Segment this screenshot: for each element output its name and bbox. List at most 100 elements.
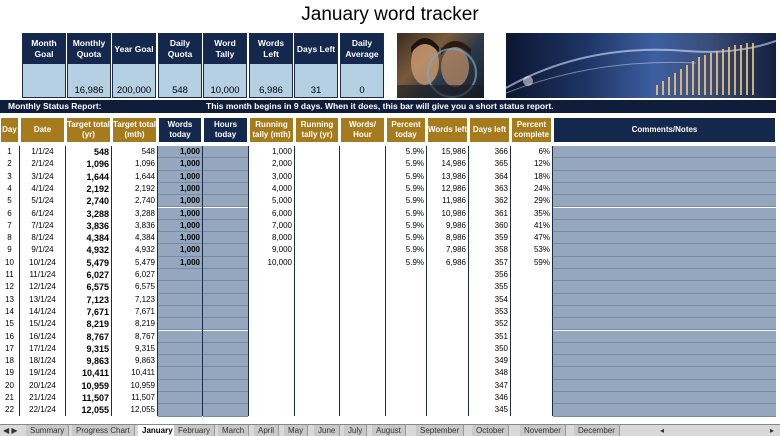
scroll-right-icon[interactable]: ▸ <box>770 425 774 436</box>
cell-day[interactable]: 2 <box>0 158 19 170</box>
cell-words[interactable]: 1,000 <box>158 232 202 245</box>
summary-value[interactable]: 6,986 <box>250 64 292 97</box>
sheet-tab[interactable]: March <box>218 425 250 436</box>
cell-date[interactable]: 10/1/24 <box>20 257 65 269</box>
cell-days[interactable]: 358 <box>469 244 510 256</box>
cell-date[interactable]: 2/1/24 <box>20 158 65 170</box>
cell-comp[interactable] <box>511 269 552 281</box>
cell-words[interactable]: 1,000 <box>158 256 202 269</box>
cell-wph[interactable] <box>340 380 385 392</box>
cell-tmth[interactable]: 12,055 <box>112 404 157 416</box>
cell-day[interactable]: 13 <box>0 294 19 306</box>
header-words-today[interactable]: Words today <box>158 117 202 143</box>
cell-date[interactable]: 16/1/24 <box>20 331 65 343</box>
sheet-tab[interactable]: September <box>416 425 465 436</box>
cell-wph[interactable] <box>340 306 385 318</box>
cell-tmth[interactable]: 1,096 <box>112 158 157 170</box>
cell-hours[interactable] <box>203 256 248 269</box>
cell-notes[interactable] <box>553 244 776 257</box>
cell-date[interactable]: 13/1/24 <box>20 294 65 306</box>
sheet-tab[interactable]: May <box>284 425 309 436</box>
cell-tmth[interactable]: 548 <box>112 146 157 158</box>
cell-date[interactable]: 14/1/24 <box>20 306 65 318</box>
banner-image[interactable] <box>506 33 776 98</box>
cell-hours[interactable] <box>203 342 248 356</box>
cell-days[interactable]: 346 <box>469 392 510 404</box>
cell-wph[interactable] <box>340 392 385 404</box>
cell-run[interactable]: 5,000 <box>249 195 294 207</box>
cell-words[interactable]: 1,000 <box>158 146 202 159</box>
header-running-yr[interactable]: Running tally (yr) <box>295 117 339 143</box>
cell-ryr[interactable] <box>295 257 339 269</box>
cell-ryr[interactable] <box>295 294 339 306</box>
sheet-tab[interactable]: July <box>344 425 368 436</box>
cell-date[interactable]: 7/1/24 <box>20 220 65 232</box>
cell-wph[interactable] <box>340 146 385 158</box>
cell-ryr[interactable] <box>295 306 339 318</box>
cell-run[interactable] <box>249 392 294 404</box>
cell-comp[interactable] <box>511 281 552 293</box>
cell-tyr[interactable]: 2,192 <box>66 183 111 195</box>
cell-ryr[interactable] <box>295 404 339 416</box>
cell-comp[interactable]: 41% <box>511 220 552 232</box>
cell-day[interactable]: 4 <box>0 183 19 195</box>
cell-day[interactable]: 22 <box>0 404 19 416</box>
cell-left[interactable] <box>427 306 468 318</box>
cell-day[interactable]: 12 <box>0 281 19 293</box>
cell-left[interactable] <box>427 343 468 355</box>
summary-days-left[interactable]: Days Left 31 <box>294 33 338 98</box>
cell-wph[interactable] <box>340 232 385 244</box>
cell-date[interactable]: 5/1/24 <box>20 195 65 207</box>
cell-words[interactable] <box>158 392 202 405</box>
cell-tmth[interactable]: 8,219 <box>112 318 157 330</box>
cell-notes[interactable] <box>553 146 776 159</box>
cell-comp[interactable]: 24% <box>511 183 552 195</box>
cell-hours[interactable] <box>203 195 248 208</box>
cell-date[interactable]: 11/1/24 <box>20 269 65 281</box>
sheet-tab[interactable]: August <box>372 425 406 436</box>
cell-words[interactable] <box>158 342 202 356</box>
cell-days[interactable]: 350 <box>469 343 510 355</box>
cell-hours[interactable] <box>203 367 248 380</box>
cell-pct[interactable] <box>386 367 426 379</box>
cell-words[interactable]: 1,000 <box>158 182 202 196</box>
cell-date[interactable]: 21/1/24 <box>20 392 65 404</box>
cell-wph[interactable] <box>340 367 385 379</box>
summary-value[interactable]: 0 <box>341 64 383 97</box>
cell-tmth[interactable]: 9,315 <box>112 343 157 355</box>
cell-comp[interactable]: 29% <box>511 195 552 207</box>
cell-ryr[interactable] <box>295 343 339 355</box>
cell-hours[interactable] <box>203 392 248 405</box>
cell-days[interactable]: 366 <box>469 146 510 158</box>
cell-tyr[interactable]: 7,671 <box>66 306 111 318</box>
cell-ryr[interactable] <box>295 171 339 183</box>
cell-wph[interactable] <box>340 171 385 183</box>
cell-comp[interactable] <box>511 306 552 318</box>
cell-hours[interactable] <box>203 330 248 343</box>
summary-value[interactable]: 200,000 <box>113 64 155 97</box>
cell-ryr[interactable] <box>295 331 339 343</box>
cell-left[interactable]: 8,986 <box>427 232 468 244</box>
cell-date[interactable]: 15/1/24 <box>20 318 65 330</box>
cell-left[interactable]: 10,986 <box>427 208 468 220</box>
cell-ryr[interactable] <box>295 183 339 195</box>
cell-days[interactable]: 357 <box>469 257 510 269</box>
cell-comp[interactable]: 12% <box>511 158 552 170</box>
cell-tyr[interactable]: 3,288 <box>66 208 111 220</box>
cell-words[interactable]: 1,000 <box>158 207 202 220</box>
sheet-tab[interactable]: June <box>314 425 341 436</box>
cell-pct[interactable] <box>386 331 426 343</box>
cell-tmth[interactable]: 2,740 <box>112 195 157 207</box>
cell-day[interactable]: 11 <box>0 269 19 281</box>
cell-days[interactable]: 356 <box>469 269 510 281</box>
cell-pct[interactable] <box>386 343 426 355</box>
cell-notes[interactable] <box>553 170 776 183</box>
cell-pct[interactable]: 5.9% <box>386 244 426 256</box>
cell-notes[interactable] <box>553 404 776 417</box>
cell-words[interactable] <box>158 305 202 319</box>
cell-wph[interactable] <box>340 343 385 355</box>
cell-day[interactable]: 18 <box>0 355 19 367</box>
cell-run[interactable] <box>249 380 294 392</box>
cell-tmth[interactable]: 6,575 <box>112 281 157 293</box>
cell-notes[interactable] <box>553 232 776 245</box>
